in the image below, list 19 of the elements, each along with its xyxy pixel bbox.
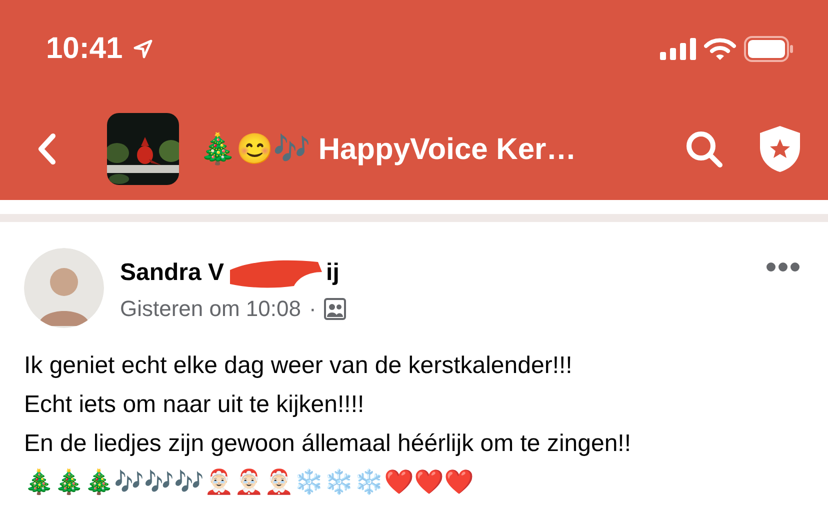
status-time: 10:41: [46, 32, 123, 66]
group-members-icon: [324, 298, 346, 320]
author-name[interactable]: ij: [326, 259, 340, 287]
post-text: 🎄🎄🎄🎶🎶🎶🤶🏻🤶🏻🤶🏻❄❄❄❤❤❤: [24, 468, 475, 498]
avatar[interactable]: [24, 248, 104, 328]
more-icon[interactable]: [766, 262, 800, 272]
location-arrow-icon: [132, 39, 153, 59]
search-icon[interactable]: [684, 129, 724, 169]
post-text: En de liedjes zijn gewoon állemaal héérlijk om te zingen!!: [24, 429, 632, 459]
post-time: Gisteren om 10:08: [120, 296, 301, 322]
battery-icon: [744, 36, 794, 62]
author-name[interactable]: Sandra V: [120, 259, 224, 287]
separator-dot: ·: [308, 296, 316, 322]
signal-icon: [660, 38, 696, 60]
wifi-icon: [704, 37, 736, 61]
group-title[interactable]: 🎄😊🎶 HappyVoice Ker…: [199, 131, 684, 167]
post-text: Ik geniet echt elke dag weer van de kerstkalender!!!: [24, 351, 574, 381]
shield-star-icon[interactable]: [758, 125, 802, 173]
post-text: Echt iets om naar uit te kijken!!!!: [24, 390, 366, 420]
